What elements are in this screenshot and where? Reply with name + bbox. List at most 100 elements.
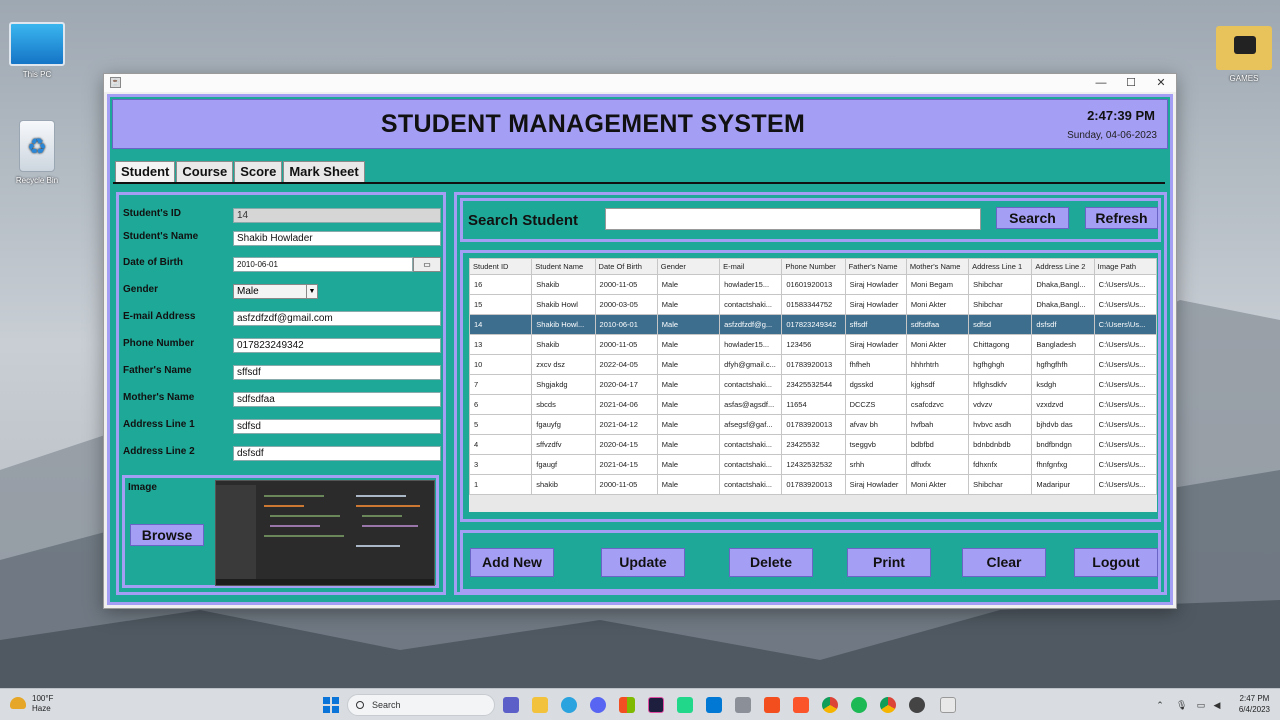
intellij-icon[interactable] (648, 697, 664, 713)
email-field[interactable]: asfzdfzdf@gmail.com (233, 311, 441, 326)
table-cell: bdnbdnbdb (968, 434, 1033, 455)
clear-button[interactable]: Clear (962, 548, 1046, 577)
table-row[interactable]: 3 fgaugf 2021-04-15 Male contactshaki... 1243… (469, 454, 1157, 475)
tab-student[interactable]: Student (115, 161, 176, 182)
discord-icon[interactable] (590, 697, 606, 713)
table-cell: hgfhgfhfh (1031, 354, 1095, 375)
print-button[interactable]: Print (847, 548, 931, 577)
logout-button[interactable]: Logout (1074, 548, 1158, 577)
chrome-profile-icon[interactable] (880, 697, 896, 713)
column-header[interactable]: Address Line 1 (968, 258, 1033, 275)
column-header[interactable]: E-mail (719, 258, 783, 275)
desktop-icon-recycle-bin[interactable]: ♻ Recycle Bin (2, 120, 72, 185)
desktop-icon-this-pc[interactable]: This PC (2, 22, 72, 79)
table-header-row: Student ID Student Name Date Of Birth Gende… (469, 258, 1157, 275)
table-row[interactable]: 6 sbcds 2021-04-06 Male asfas@agsdf... 11654 D… (469, 394, 1157, 415)
table-cell: DCCZS (844, 394, 907, 415)
volume-icon[interactable]: ◀ (1212, 700, 1222, 710)
desktop-icon-games[interactable]: GAMES (1209, 26, 1279, 83)
figma-icon[interactable] (764, 697, 780, 713)
address1-field[interactable]: sdfsd (233, 419, 441, 434)
column-header[interactable]: Image Path (1093, 258, 1157, 275)
app-icon[interactable] (735, 697, 751, 713)
chrome-icon[interactable] (822, 697, 838, 713)
telegram-icon[interactable] (561, 697, 577, 713)
table-row[interactable]: 16 Shakib 2000-11-05 Male howlader15... 01601… (469, 274, 1157, 295)
search-button[interactable]: Search (996, 207, 1069, 229)
table-row[interactable]: 1 shakib 2000-11-05 Male contactshaki... 0178… (469, 474, 1157, 495)
address2-field[interactable]: dsfsdf (233, 446, 441, 461)
desktop-icon-label: GAMES (1229, 74, 1259, 83)
table-cell: afvav bh (844, 414, 907, 435)
microsoft-store-icon[interactable] (619, 697, 635, 713)
java-app-taskbar-icon[interactable] (940, 697, 956, 713)
column-header[interactable]: Student Name (531, 258, 596, 275)
table-row[interactable]: 15 Shakib Howl 2000-03-05 Male contactshaki.… (469, 294, 1157, 315)
delete-button[interactable]: Delete (729, 548, 813, 577)
tab-mark-sheet[interactable]: Mark Sheet (283, 161, 365, 182)
minimize-button[interactable]: — (1086, 74, 1116, 92)
form-row-student-id: Student's ID 14 (123, 208, 443, 224)
table-cell: 4 (469, 434, 533, 455)
dob-field[interactable]: 2010-06-01 (233, 257, 413, 272)
calendar-icon[interactable]: ▭ (413, 257, 441, 272)
student-table[interactable]: Student ID Student Name Date Of Birth Gende… (469, 258, 1157, 512)
table-cell: Male (656, 414, 721, 435)
mother-name-field[interactable]: sdfsdfaa (233, 392, 441, 407)
table-row[interactable]: 4 sffvzdfv 2020-04-15 Male contactshaki... 23… (469, 434, 1157, 455)
column-header[interactable]: Student ID (469, 258, 533, 275)
student-id-field[interactable]: 14 (233, 208, 441, 223)
phone-label: Phone Number (123, 338, 195, 349)
table-cell: Shakib Howl... (531, 314, 596, 335)
browse-button[interactable]: Browse (130, 524, 204, 546)
column-header[interactable]: Father's Name (844, 258, 907, 275)
pycharm-icon[interactable] (677, 697, 693, 713)
table-cell: Male (656, 394, 721, 415)
father-name-field[interactable]: sffsdf (233, 365, 441, 380)
refresh-button[interactable]: Refresh (1085, 207, 1158, 229)
app-body: STUDENT MANAGEMENT SYSTEM 2:47:39 PM Sun… (110, 97, 1170, 602)
table-row[interactable]: 14 Shakib Howl... 2010-06-01 Male asfzdfzdf@… (469, 314, 1157, 335)
maximize-button[interactable]: ☐ (1116, 74, 1146, 92)
table-cell: 2021-04-15 (594, 454, 658, 475)
column-header[interactable]: Gender (656, 258, 721, 275)
close-button[interactable]: ✕ (1146, 74, 1176, 92)
student-table-section: Student ID Student Name Date Of Birth Gende… (460, 250, 1161, 522)
window-titlebar[interactable]: ☕ — ☐ ✕ (104, 74, 1176, 92)
search-input[interactable] (605, 208, 981, 230)
gender-select[interactable]: Male ▼ (233, 284, 318, 299)
tab-score[interactable]: Score (234, 161, 283, 182)
system-clock[interactable]: 2:47 PM 6/4/2023 (1239, 693, 1270, 715)
table-cell: srhh (844, 454, 907, 475)
chevron-up-icon[interactable]: ⌃ (1155, 700, 1165, 710)
update-button[interactable]: Update (601, 548, 685, 577)
table-cell: sbcds (531, 394, 596, 415)
column-header[interactable]: Phone Number (781, 258, 846, 275)
chevron-down-icon: ▼ (306, 285, 317, 298)
column-header[interactable]: Mother's Name (905, 258, 970, 275)
microphone-icon[interactable]: 🎙 (1176, 700, 1187, 710)
student-name-field[interactable]: Shakib Howlader (233, 231, 441, 246)
table-cell: C:\Users\Us... (1093, 334, 1157, 355)
brave-icon[interactable] (793, 697, 809, 713)
desktop-icon-label: This PC (22, 70, 52, 79)
file-explorer-icon[interactable] (532, 697, 548, 713)
column-header[interactable]: Address Line 2 (1031, 258, 1095, 275)
table-row[interactable]: 7 Shgjakdg 2020-04-17 Male contactshaki... 23… (469, 374, 1157, 395)
column-header[interactable]: Date Of Birth (594, 258, 658, 275)
table-row[interactable]: 10 zxcv dsz 2022-04-05 Male dfyh@gmail.c... 0… (469, 354, 1157, 375)
add-new-button[interactable]: Add New (470, 548, 554, 577)
table-row[interactable]: 5 fgauyfg 2021-04-12 Male afsegsf@gaf... 0178… (469, 414, 1157, 435)
table-cell: shakib (531, 474, 596, 495)
phone-field[interactable]: 017823249342 (233, 338, 441, 353)
obs-icon[interactable] (909, 697, 925, 713)
teams-icon[interactable] (503, 697, 519, 713)
spotify-icon[interactable] (851, 697, 867, 713)
table-row[interactable]: 13 Shakib 2000-11-05 Male howlader15... 12345… (469, 334, 1157, 355)
display-icon[interactable]: ▭ (1196, 700, 1206, 710)
tab-bar: Student Course Score Mark Sheet (115, 161, 366, 182)
start-icon[interactable] (323, 697, 339, 713)
vscode-icon[interactable] (706, 697, 722, 713)
tab-course[interactable]: Course (176, 161, 234, 182)
taskbar-search[interactable]: Search (347, 694, 495, 716)
